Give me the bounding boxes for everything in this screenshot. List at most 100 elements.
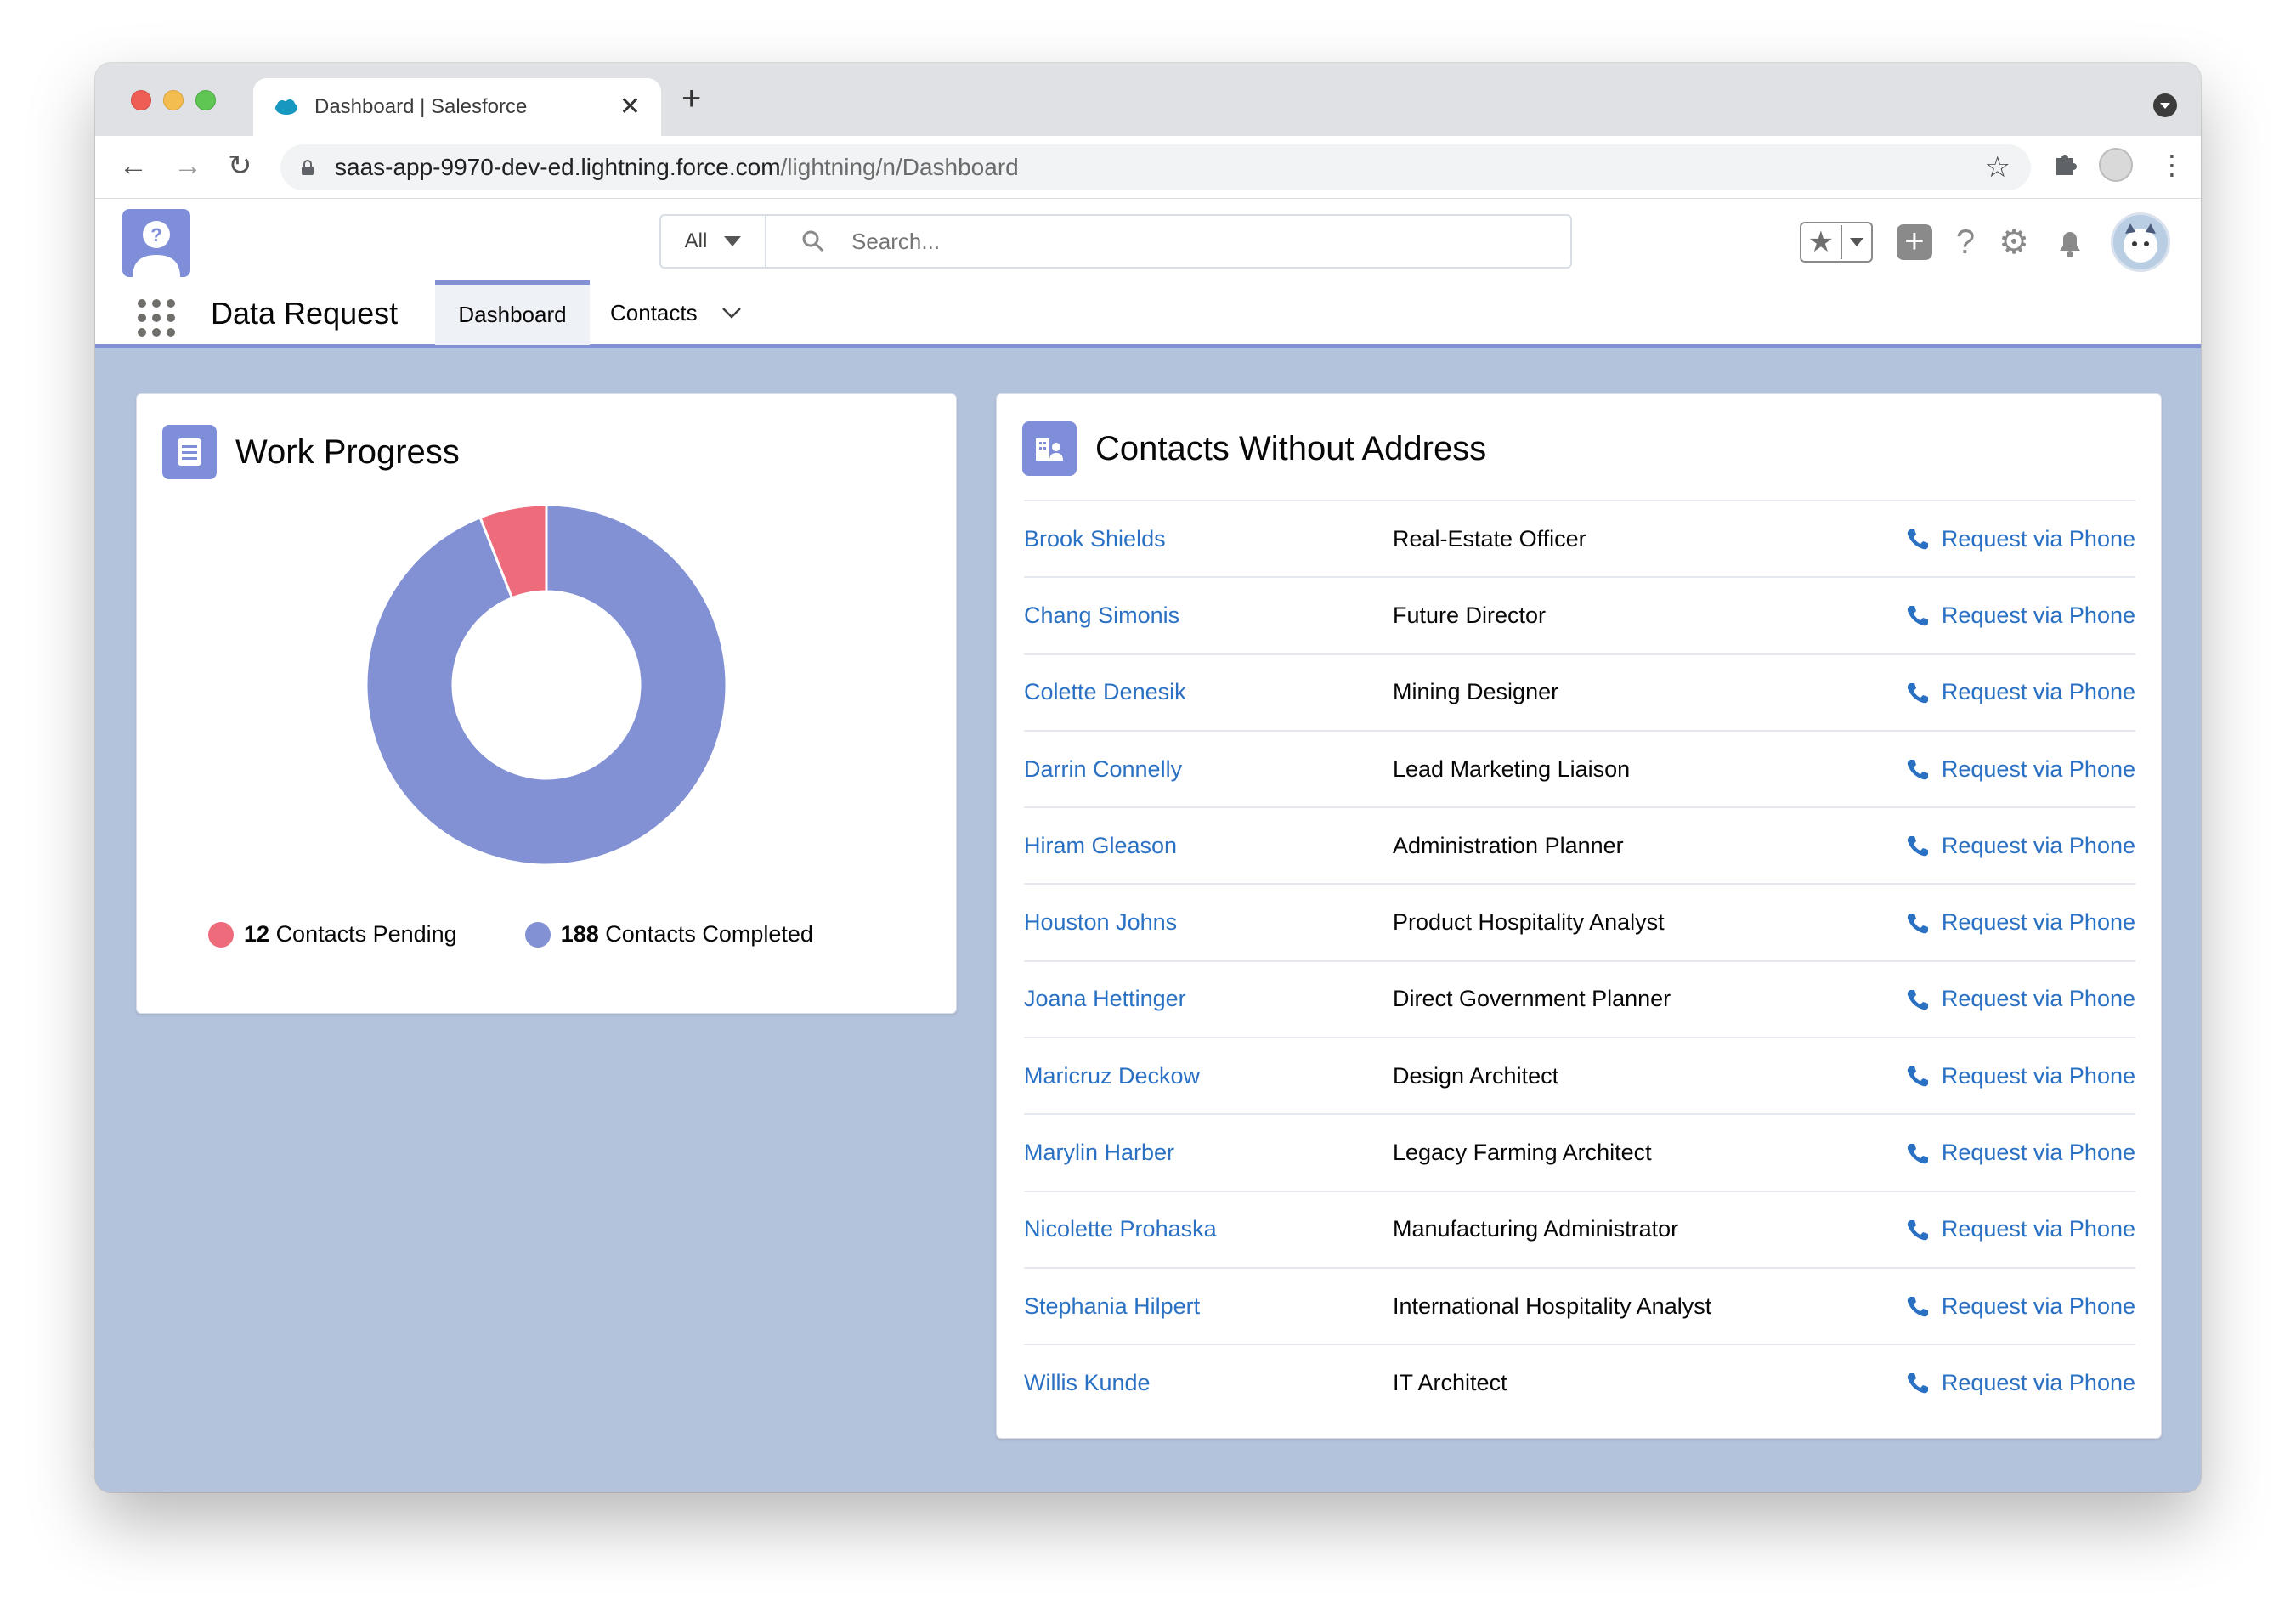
favorites-chevron-icon[interactable] bbox=[1842, 238, 1871, 246]
table-row: Darrin Connelly Lead Marketing Liaison Req… bbox=[1024, 729, 2135, 806]
phone-icon bbox=[1907, 1143, 1928, 1163]
contact-name-link[interactable]: Willis Kunde bbox=[1024, 1370, 1393, 1396]
contact-title: International Hospitality Analyst bbox=[1393, 1293, 1712, 1319]
phone-icon bbox=[1907, 1297, 1928, 1317]
request-label: Request via Phone bbox=[1941, 1369, 2135, 1395]
contact-name-link[interactable]: Marylin Harber bbox=[1024, 1140, 1393, 1166]
table-row: Chang Simonis Future Director Request via … bbox=[1024, 576, 2135, 653]
setup-gear-icon[interactable]: ⚙ bbox=[1999, 225, 2029, 259]
request-via-phone-link[interactable]: Request via Phone bbox=[1904, 526, 2135, 552]
bookmark-star-icon[interactable]: ☆ bbox=[1985, 150, 2010, 184]
report-list-icon bbox=[162, 425, 217, 479]
request-via-phone-link[interactable]: Request via Phone bbox=[1904, 986, 2135, 1012]
request-label: Request via Phone bbox=[1941, 1062, 2135, 1089]
request-via-phone-link[interactable]: Request via Phone bbox=[1904, 1140, 2135, 1166]
table-row: Willis Kunde IT Architect Request via Phon… bbox=[1024, 1344, 2135, 1420]
contact-name-link[interactable]: Houston Johns bbox=[1024, 909, 1393, 936]
request-via-phone-link[interactable]: Request via Phone bbox=[1904, 1370, 2135, 1396]
legend-dot bbox=[208, 921, 234, 948]
request-label: Request via Phone bbox=[1941, 1140, 2135, 1166]
contact-title: Manufacturing Administrator bbox=[1393, 1216, 1679, 1242]
browser-window: Dashboard | Salesforce ✕ + ← → ↻ saas-ap… bbox=[95, 63, 2201, 1492]
request-label: Request via Phone bbox=[1941, 525, 2135, 552]
contact-name-link[interactable]: Chang Simonis bbox=[1024, 603, 1393, 629]
contact-title: Future Director bbox=[1393, 602, 1547, 628]
favorites-button[interactable]: ★ bbox=[1799, 222, 1873, 263]
global-search: All bbox=[659, 214, 1572, 269]
astro-avatar-icon bbox=[2124, 223, 2157, 263]
contact-name-link[interactable]: Brook Shields bbox=[1024, 526, 1393, 552]
donut-slice-completed[interactable] bbox=[366, 505, 727, 865]
table-row: Nicolette Prohaska Manufacturing Administ… bbox=[1024, 1190, 2135, 1267]
tab-contacts[interactable]: Contacts bbox=[610, 280, 742, 345]
tab-label: Dashboard bbox=[458, 302, 567, 327]
user-avatar[interactable] bbox=[2111, 212, 2170, 272]
request-label: Request via Phone bbox=[1941, 755, 2135, 782]
request-label: Request via Phone bbox=[1941, 986, 2135, 1012]
contacts-without-address-card: Contacts Without Address Brook Shields Re… bbox=[996, 393, 2162, 1439]
phone-icon bbox=[1907, 606, 1928, 626]
request-via-phone-link[interactable]: Request via Phone bbox=[1904, 909, 2135, 936]
contact-name-link[interactable]: Stephania Hilpert bbox=[1024, 1293, 1393, 1320]
request-label: Request via Phone bbox=[1941, 909, 2135, 936]
browser-tab[interactable]: Dashboard | Salesforce ✕ bbox=[253, 78, 661, 136]
request-via-phone-link[interactable]: Request via Phone bbox=[1904, 603, 2135, 629]
forward-icon[interactable]: → bbox=[173, 151, 202, 180]
contact-title: IT Architect bbox=[1393, 1369, 1507, 1395]
maximize-window-button[interactable] bbox=[195, 90, 216, 110]
tab-dashboard[interactable]: Dashboard bbox=[435, 280, 590, 345]
extensions-puzzle-icon[interactable] bbox=[2051, 150, 2078, 177]
new-tab-button[interactable]: + bbox=[681, 82, 701, 116]
browser-menu-icon[interactable]: ⋮ bbox=[2158, 151, 2186, 178]
contact-name-link[interactable]: Darrin Connelly bbox=[1024, 756, 1393, 783]
contact-title: Product Hospitality Analyst bbox=[1393, 909, 1665, 936]
contact-title: Legacy Farming Architect bbox=[1393, 1140, 1652, 1166]
request-via-phone-link[interactable]: Request via Phone bbox=[1904, 679, 2135, 705]
contact-name-link[interactable]: Nicolette Prohaska bbox=[1024, 1216, 1393, 1242]
table-row: Houston Johns Product Hospitality Analyst… bbox=[1024, 883, 2135, 959]
phone-icon bbox=[1907, 1066, 1928, 1087]
request-via-phone-link[interactable]: Request via Phone bbox=[1904, 1063, 2135, 1089]
tab-search-icon[interactable] bbox=[2153, 93, 2177, 117]
table-row: Brook Shields Real-Estate Officer Request … bbox=[1024, 500, 2135, 576]
reload-icon[interactable]: ↻ bbox=[228, 151, 252, 180]
notifications-bell-icon[interactable] bbox=[2053, 225, 2087, 259]
app-launcher-icon[interactable] bbox=[138, 299, 175, 337]
tab-close-icon[interactable]: ✕ bbox=[619, 94, 641, 120]
request-via-phone-link[interactable]: Request via Phone bbox=[1904, 1293, 2135, 1320]
contact-title: Direct Government Planner bbox=[1393, 986, 1671, 1012]
back-icon[interactable]: ← bbox=[119, 151, 148, 180]
url-field[interactable]: saas-app-9970-dev-ed.lightning.force.com… bbox=[280, 144, 2031, 190]
contact-name-link[interactable]: Joana Hettinger bbox=[1024, 986, 1393, 1012]
contact-name-link[interactable]: Colette Denesik bbox=[1024, 679, 1393, 705]
contact-name-link[interactable]: Hiram Gleason bbox=[1024, 833, 1393, 859]
app-logo[interactable]: ? bbox=[122, 209, 190, 277]
add-icon[interactable]: + bbox=[1896, 224, 1932, 260]
search-scope-dropdown[interactable]: All bbox=[661, 216, 766, 267]
request-label: Request via Phone bbox=[1941, 679, 2135, 705]
url-text: saas-app-9970-dev-ed.lightning.force.com… bbox=[335, 154, 1985, 181]
lock-icon bbox=[302, 160, 314, 175]
minimize-window-button[interactable] bbox=[163, 90, 184, 110]
request-via-phone-link[interactable]: Request via Phone bbox=[1904, 756, 2135, 783]
request-via-phone-link[interactable]: Request via Phone bbox=[1904, 833, 2135, 859]
card-title: Work Progress bbox=[235, 433, 460, 471]
contact-title: Lead Marketing Liaison bbox=[1393, 755, 1631, 782]
search-scope-label: All bbox=[684, 229, 708, 252]
url-host: saas-app-9970-dev-ed.lightning.force.com bbox=[335, 154, 781, 180]
legend-label: Contacts Completed bbox=[605, 921, 813, 947]
salesforce-header: ? All ★ + ? ⚙ bbox=[95, 199, 2201, 348]
help-icon[interactable]: ? bbox=[1956, 225, 1975, 259]
contact-name-link[interactable]: Maricruz Deckow bbox=[1024, 1063, 1393, 1089]
request-via-phone-link[interactable]: Request via Phone bbox=[1904, 1216, 2135, 1242]
phone-icon bbox=[1907, 682, 1928, 703]
browser-profile-avatar[interactable] bbox=[2099, 148, 2133, 182]
chevron-down-icon[interactable] bbox=[721, 306, 742, 320]
table-row: Colette Denesik Mining Designer Request vi… bbox=[1024, 653, 2135, 730]
close-window-button[interactable] bbox=[131, 90, 151, 110]
address-bar: ← → ↻ saas-app-9970-dev-ed.lightning.for… bbox=[95, 136, 2201, 199]
contact-title: Real-Estate Officer bbox=[1393, 525, 1586, 552]
search-input[interactable] bbox=[851, 228, 1531, 255]
salesforce-cloud-icon bbox=[275, 99, 297, 115]
url-path: /lightning/n/Dashboard bbox=[780, 154, 1019, 180]
